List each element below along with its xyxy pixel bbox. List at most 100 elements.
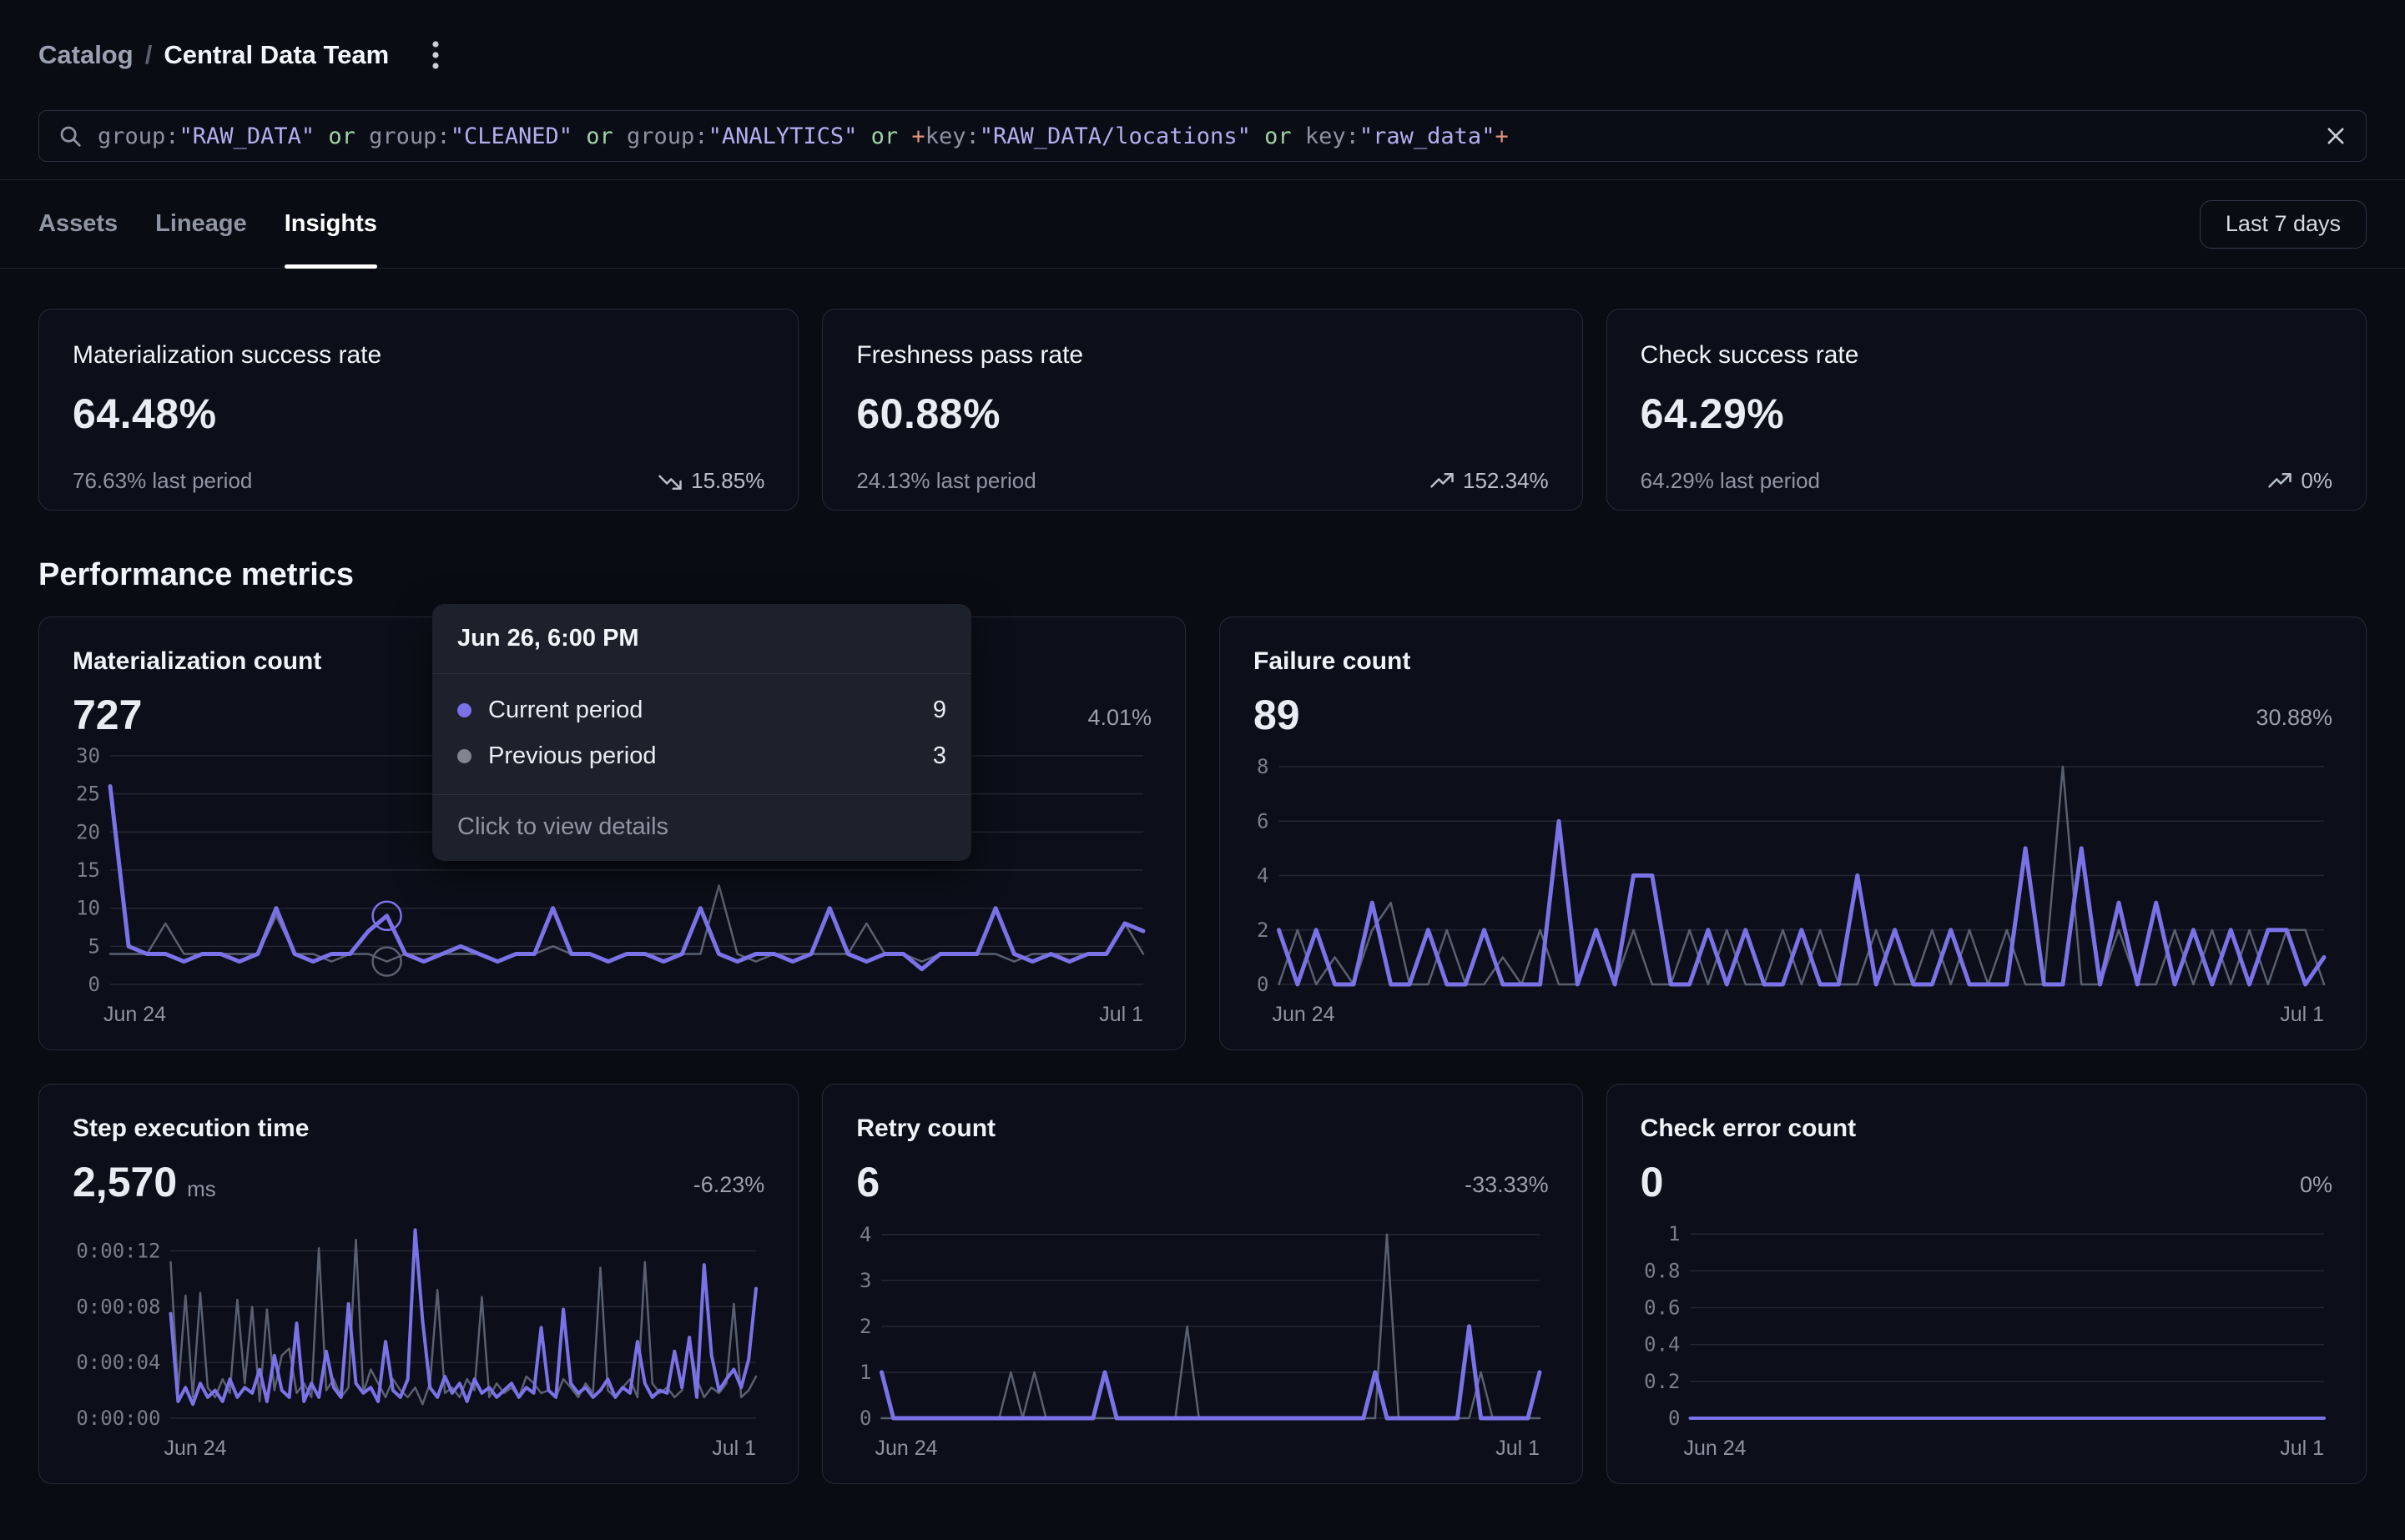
chart-unit: ms	[187, 1176, 216, 1202]
charts-row-1: Materialization count 727 4.01% 05101520…	[38, 617, 2367, 1050]
kpi-value: 60.88%	[856, 390, 1548, 438]
tab-assets[interactable]: Assets	[38, 180, 118, 268]
chart-delta: 0%	[2300, 1172, 2332, 1206]
svg-text:4: 4	[860, 1223, 871, 1246]
tooltip-timestamp: Jun 26, 6:00 PM	[432, 604, 971, 674]
svg-text:15: 15	[76, 858, 100, 882]
tab-insights[interactable]: Insights	[285, 180, 377, 268]
chart-big-value: 2,570	[73, 1158, 177, 1206]
svg-text:1: 1	[860, 1361, 871, 1384]
search-input[interactable]: group:"RAW_DATA" or group:"CLEANED" or g…	[38, 110, 2367, 162]
svg-text:1: 1	[1668, 1222, 1680, 1246]
tooltip-series-label: Current period	[488, 697, 916, 724]
trend-up-icon	[1429, 469, 1455, 494]
trend-up-icon	[2267, 469, 2292, 494]
chart-delta: -6.23%	[693, 1172, 765, 1206]
kpi-last-period: 24.13% last period	[856, 468, 1036, 494]
svg-text:Jul 1: Jul 1	[1099, 1003, 1143, 1026]
breadcrumb-separator: /	[145, 40, 153, 70]
chart-big-value: 89	[1253, 691, 1300, 739]
tab-bar: Assets Lineage Insights Last 7 days	[0, 179, 2405, 269]
svg-text:Jun 24: Jun 24	[103, 1003, 166, 1026]
chart-delta: 30.88%	[2256, 705, 2332, 739]
svg-text:20: 20	[76, 820, 100, 843]
svg-text:2: 2	[1257, 918, 1268, 942]
kebab-menu-icon	[431, 38, 441, 72]
kpi-title: Materialization success rate	[73, 341, 764, 370]
check-error-count-chart[interactable]: 0 0.2 0.4 0.6 0.8 1 Jun 24 Jul 1	[1641, 1213, 2332, 1462]
kpi-last-period: 64.29% last period	[1641, 468, 1820, 494]
kpi-card-materialization-success-rate: Materialization success rate 64.48% 76.6…	[38, 309, 799, 511]
svg-text:0: 0	[1668, 1407, 1680, 1430]
breadcrumb-parent-link[interactable]: Catalog	[38, 40, 134, 70]
tooltip-series-value: 3	[933, 742, 946, 770]
svg-text:0: 0	[860, 1407, 871, 1430]
chart-delta: 4.01%	[1087, 705, 1152, 739]
svg-text:10: 10	[76, 897, 100, 920]
chart-card-failure-count: Failure count 89 30.88% 0 2 4 6 8 Jun 24 Jul 1	[1219, 617, 2367, 1050]
kpi-delta-value: 15.85%	[691, 468, 764, 494]
svg-text:Jul 1: Jul 1	[2280, 1003, 2324, 1026]
kpi-title: Freshness pass rate	[856, 341, 1548, 370]
chart-big-value: 727	[73, 691, 142, 739]
chart-title: Check error count	[1641, 1115, 2332, 1143]
svg-text:0.2: 0.2	[1644, 1370, 1680, 1393]
svg-text:0:00:00: 0:00:00	[76, 1407, 160, 1430]
kpi-title: Check success rate	[1641, 341, 2332, 370]
svg-text:8: 8	[1257, 755, 1268, 778]
svg-text:Jun 24: Jun 24	[875, 1437, 938, 1460]
svg-text:30: 30	[76, 746, 100, 767]
search-icon	[58, 123, 83, 148]
svg-text:0.4: 0.4	[1644, 1333, 1680, 1356]
svg-text:6: 6	[1257, 809, 1268, 833]
failure-count-chart[interactable]: 0 2 4 6 8 Jun 24 Jul 1	[1253, 746, 2332, 1028]
kpi-value: 64.48%	[73, 390, 764, 438]
svg-text:0: 0	[1257, 973, 1268, 996]
kpi-delta-value: 152.34%	[1463, 468, 1549, 494]
current-period-dot-icon	[457, 703, 471, 717]
svg-text:0:00:04: 0:00:04	[76, 1351, 160, 1374]
tooltip-hint: Click to view details	[432, 794, 971, 861]
step-execution-time-chart[interactable]: 0:00:000:00:040:00:080:00:12Jun 24Jul 1	[73, 1213, 764, 1462]
svg-text:3: 3	[860, 1269, 871, 1292]
trend-down-icon	[658, 469, 683, 494]
chart-title: Retry count	[856, 1115, 1548, 1143]
chart-card-retry-count: Retry count 6 -33.33% 01234Jun 24Jul 1	[822, 1084, 1582, 1484]
kpi-last-period: 76.63% last period	[73, 468, 252, 494]
tab-lineage[interactable]: Lineage	[155, 180, 247, 268]
chart-big-value: 0	[1641, 1158, 1664, 1206]
svg-text:Jun 24: Jun 24	[1273, 1003, 1335, 1026]
tooltip-row-previous-period: Previous period 3	[457, 733, 946, 779]
svg-text:0.8: 0.8	[1644, 1259, 1680, 1282]
svg-text:0:00:08: 0:00:08	[76, 1295, 160, 1318]
active-tab-indicator	[285, 264, 377, 269]
kebab-menu-button[interactable]	[417, 37, 454, 73]
svg-text:Jul 1: Jul 1	[2280, 1437, 2324, 1460]
search-query-text: group:"RAW_DATA" or group:"CLEANED" or g…	[98, 123, 2309, 149]
breadcrumb: Catalog / Central Data Team	[0, 0, 2405, 73]
chart-big-value: 6	[856, 1158, 880, 1206]
svg-text:0.6: 0.6	[1644, 1296, 1680, 1320]
kpi-card-check-success-rate: Check success rate 64.29% 64.29% last pe…	[1606, 309, 2367, 511]
kpi-row: Materialization success rate 64.48% 76.6…	[38, 309, 2367, 511]
svg-text:Jun 24: Jun 24	[1683, 1437, 1746, 1460]
svg-text:0: 0	[88, 973, 100, 996]
time-range-button[interactable]: Last 7 days	[2200, 200, 2367, 249]
chart-title: Failure count	[1253, 647, 2332, 676]
clear-search-icon[interactable]	[2324, 124, 2347, 148]
svg-text:Jun 24: Jun 24	[164, 1437, 227, 1460]
svg-text:5: 5	[88, 934, 100, 958]
svg-text:25: 25	[76, 783, 100, 806]
section-title-performance-metrics: Performance metrics	[38, 557, 2367, 593]
chart-card-step-execution-time: Step execution time 2,570 ms -6.23% 0:00…	[38, 1084, 799, 1484]
tooltip-series-label: Previous period	[488, 742, 916, 770]
tooltip-row-current-period: Current period 9	[457, 687, 946, 733]
svg-text:Jul 1: Jul 1	[1496, 1437, 1540, 1460]
previous-period-dot-icon	[457, 749, 471, 763]
page-title: Central Data Team	[164, 40, 389, 70]
chart-card-check-error-count: Check error count 0 0% 0 0.2 0.4 0.6 0.8 1 Jun…	[1606, 1084, 2367, 1484]
svg-text:4: 4	[1257, 864, 1268, 888]
retry-count-chart[interactable]: 01234Jun 24Jul 1	[856, 1213, 1548, 1462]
kpi-delta-value: 0%	[2301, 468, 2332, 494]
kpi-card-freshness-pass-rate: Freshness pass rate 60.88% 24.13% last p…	[822, 309, 1582, 511]
